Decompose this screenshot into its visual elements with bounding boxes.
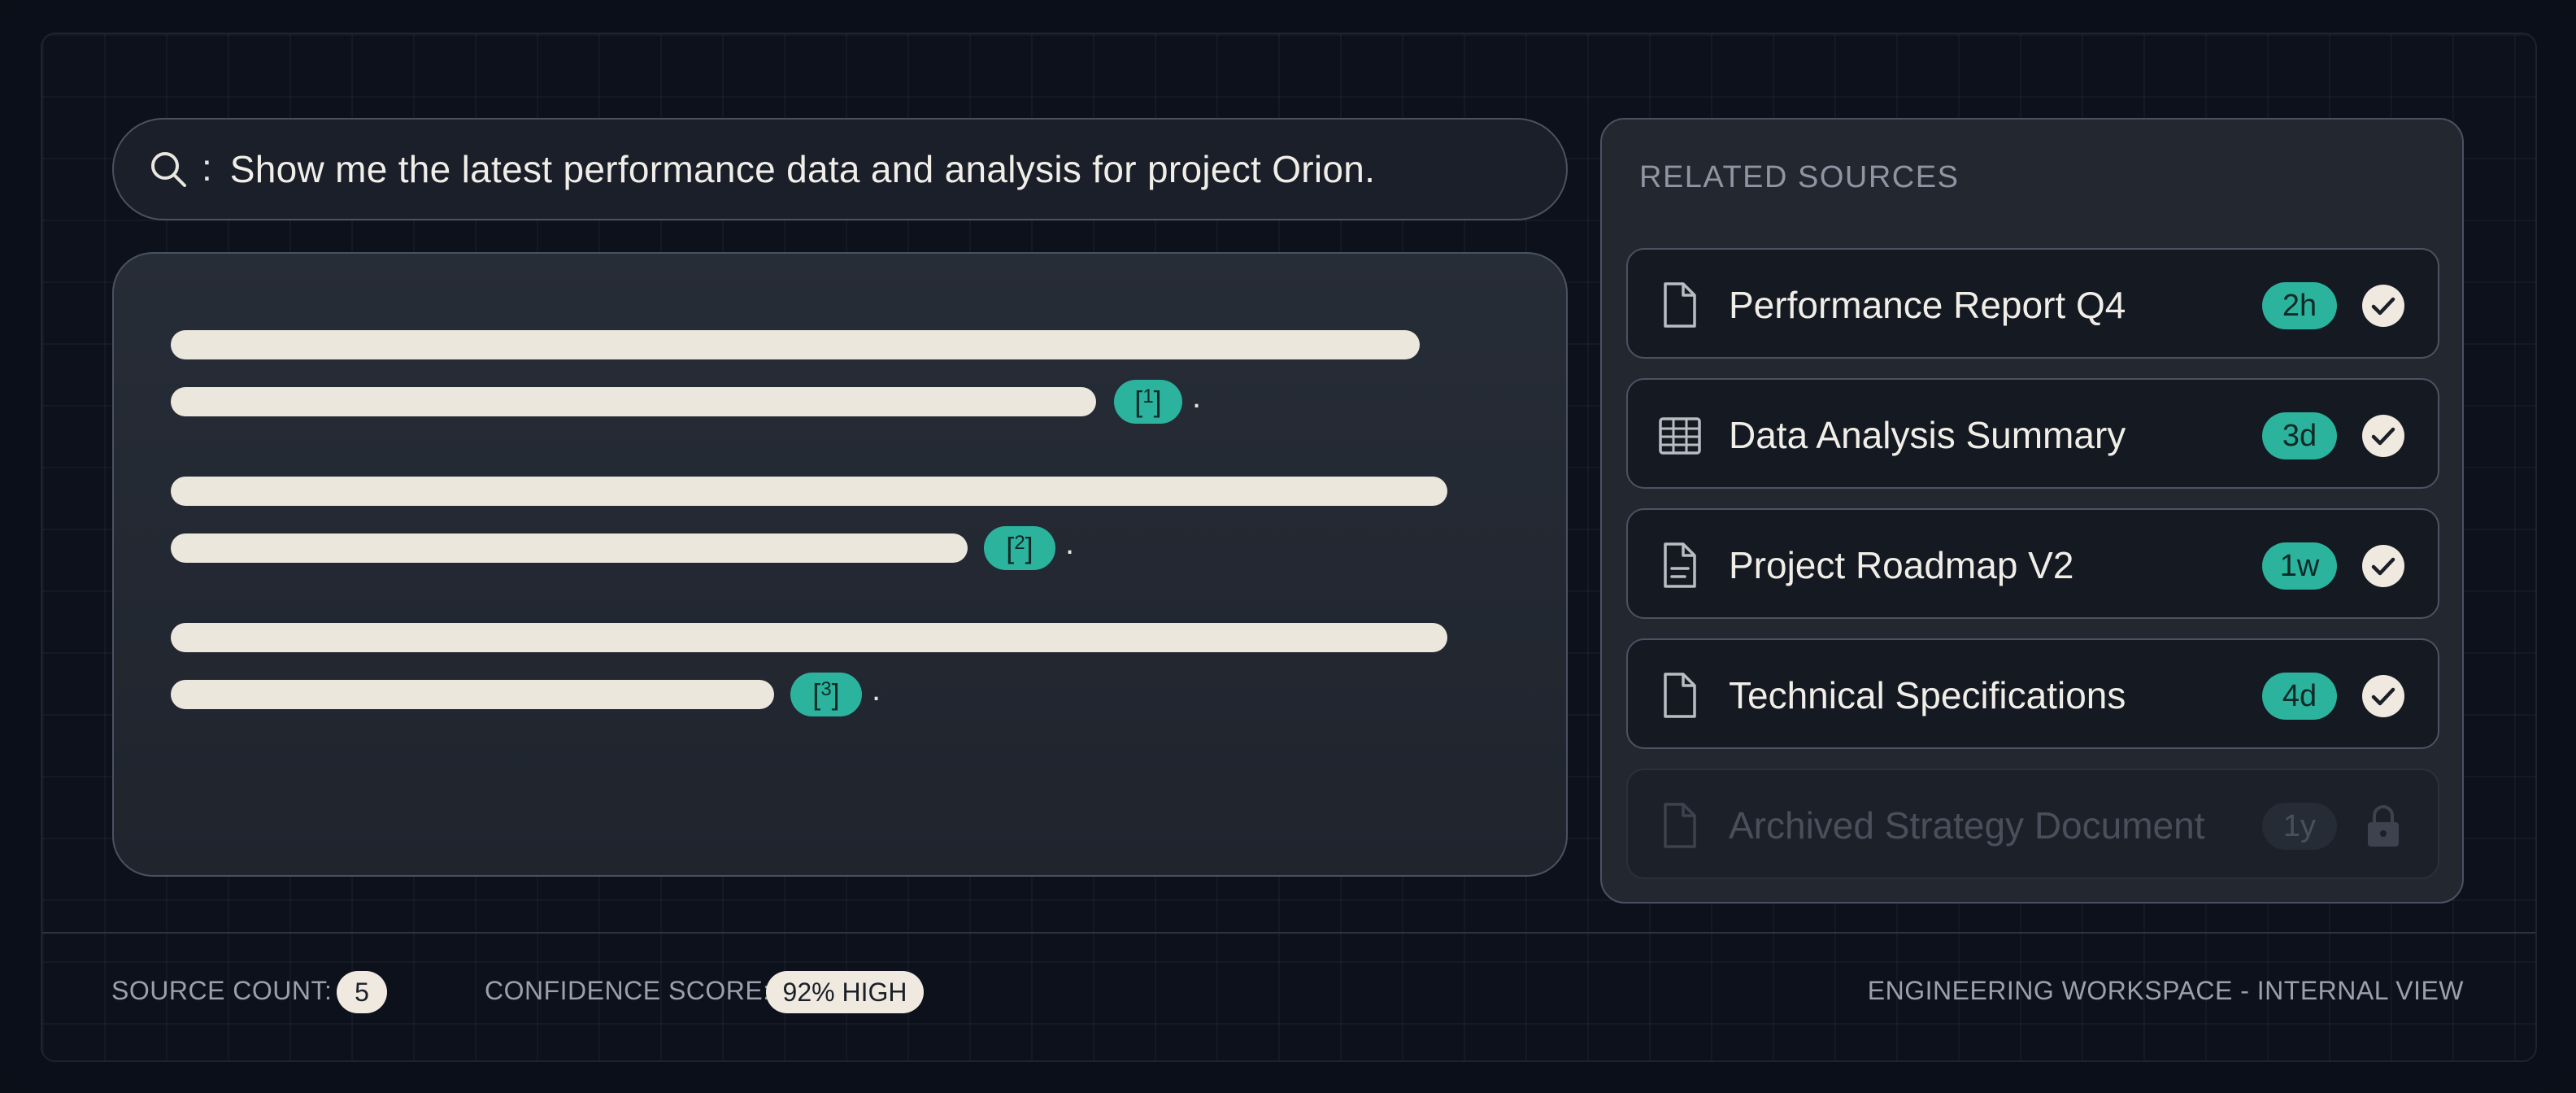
answer-panel: [1] . [2] . [3] . [112, 252, 1568, 877]
source-label: Technical Specifications [1729, 674, 2126, 716]
search-icon [151, 152, 186, 187]
source-age-badge: 1y [2262, 803, 2337, 850]
answer-text-line [171, 680, 774, 709]
citation-period: . [1065, 525, 1075, 561]
search-bar[interactable]: : Show me the latest performance data an… [112, 118, 1568, 220]
source-item-project-roadmap[interactable]: Project Roadmap V2 1w [1626, 508, 2439, 619]
source-count-badge: 5 [337, 971, 387, 1013]
confidence-score-label: CONFIDENCE SCORE: [485, 976, 771, 1005]
source-age-badge: 1w [2262, 542, 2337, 590]
footer-divider [42, 932, 2535, 934]
confidence-score-badge: 92% HIGH [766, 971, 924, 1013]
lock-icon [2368, 805, 2399, 847]
citation-badge-2[interactable]: [2] [984, 526, 1055, 570]
source-item-technical-specs[interactable]: Technical Specifications 4d [1626, 638, 2439, 749]
citation-period: . [872, 672, 881, 708]
answer-text-line [171, 533, 968, 563]
table-icon [1659, 417, 1701, 455]
related-sources-title: RELATED SOURCES [1639, 160, 1960, 194]
check-icon [2362, 415, 2404, 457]
search-separator: : [202, 146, 212, 189]
citation-badge-1[interactable]: [1] [1114, 380, 1182, 424]
search-query[interactable]: Show me the latest performance data and … [230, 147, 1375, 191]
source-label: Data Analysis Summary [1729, 414, 2126, 456]
source-item-performance-report[interactable]: Performance Report Q4 2h [1626, 248, 2439, 359]
workspace-label: ENGINEERING WORKSPACE - INTERNAL VIEW [1867, 976, 2464, 1005]
source-item-archived-strategy: Archived Strategy Document 1y [1626, 769, 2439, 879]
source-label: Project Roadmap V2 [1729, 544, 2074, 586]
citation-badge-3[interactable]: [3] [790, 673, 862, 716]
document-icon [1664, 803, 1696, 848]
app-frame: : Show me the latest performance data an… [0, 0, 2576, 1093]
document-icon [1664, 282, 1696, 328]
check-icon [2362, 545, 2404, 587]
source-age-badge: 2h [2262, 282, 2337, 329]
answer-text-line [171, 477, 1447, 506]
citation-period: . [1192, 379, 1202, 415]
check-icon [2362, 675, 2404, 717]
source-age-badge: 4d [2262, 673, 2337, 720]
source-item-data-analysis[interactable]: Data Analysis Summary 3d [1626, 378, 2439, 489]
related-sources-panel: RELATED SOURCES Performance Report Q4 2h [1600, 118, 2464, 904]
check-icon [2362, 285, 2404, 327]
document-icon [1664, 673, 1696, 718]
source-label: Performance Report Q4 [1729, 284, 2126, 326]
source-count-label: SOURCE COUNT: [111, 976, 333, 1005]
answer-text-line [171, 330, 1420, 359]
answer-text-line [171, 387, 1096, 416]
document-lines-icon [1664, 542, 1696, 588]
source-age-badge: 3d [2262, 412, 2337, 459]
source-label: Archived Strategy Document [1729, 804, 2205, 847]
answer-text-line [171, 623, 1447, 652]
